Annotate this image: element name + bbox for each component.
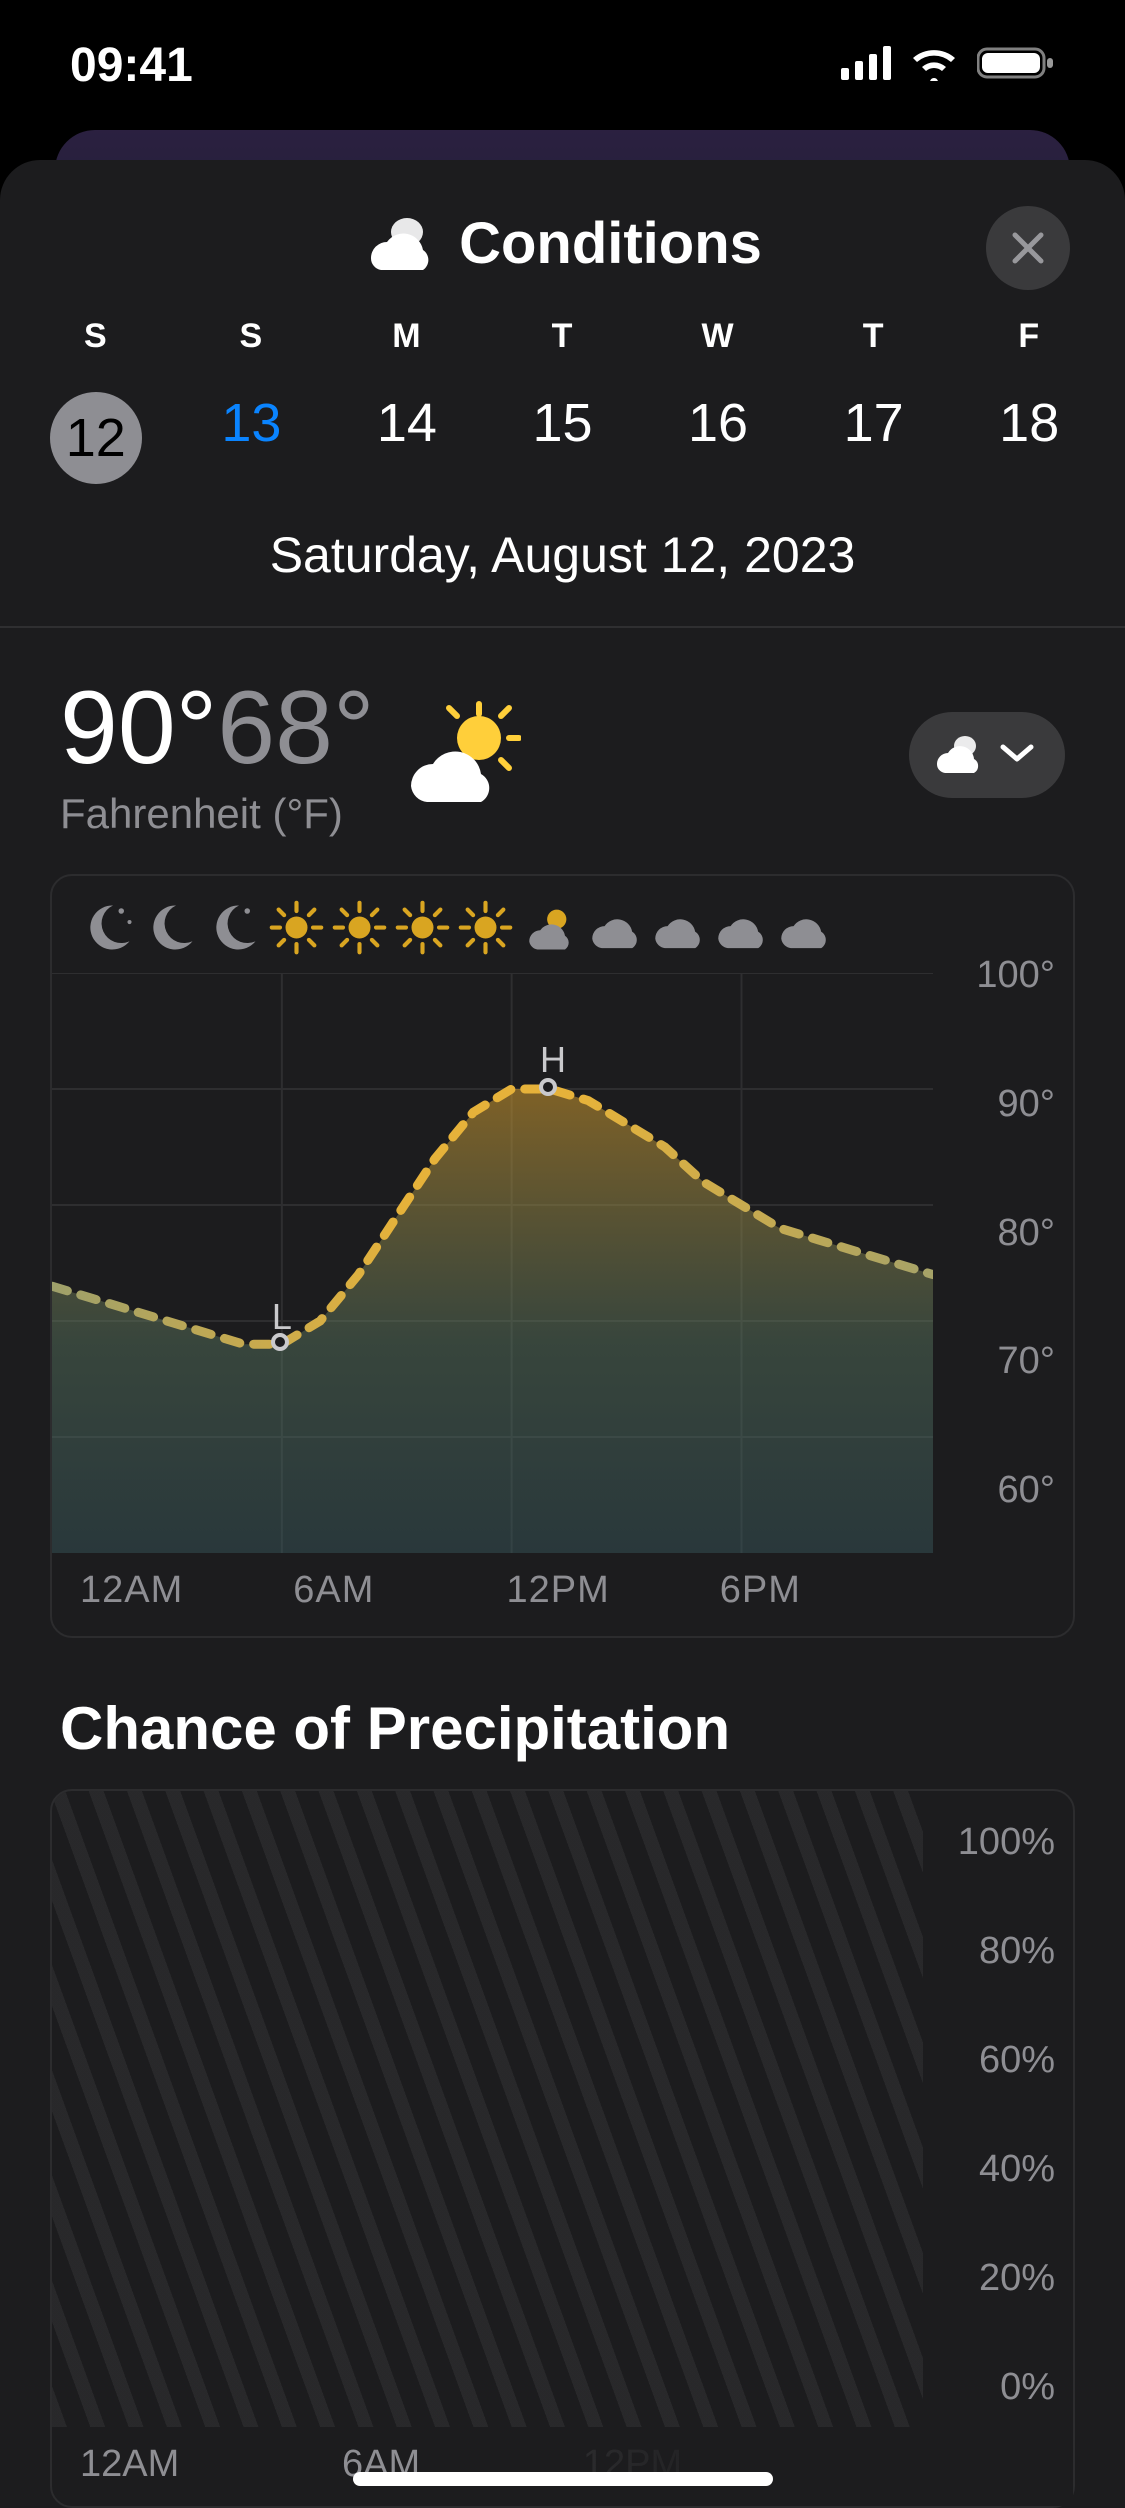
date-cell-3[interactable]: T 15 bbox=[485, 317, 641, 484]
precipitation-x-axis: 12AM 6AM 12PM 6PM bbox=[52, 2427, 1073, 2506]
date-cell-2[interactable]: M 14 bbox=[329, 317, 485, 484]
cloud-icon bbox=[584, 900, 639, 955]
date-strip[interactable]: S 12 S 13 M 14 T 15 W 16 T 17 F 18 bbox=[0, 317, 1125, 484]
y-tick: 20% bbox=[979, 2257, 1055, 2300]
cloud-icon bbox=[710, 900, 765, 955]
hi-lo-temps: 90°68° bbox=[60, 676, 375, 780]
day-of-week: S bbox=[174, 317, 330, 356]
temperature-y-axis: 100° 90° 80° 70° 60° bbox=[976, 954, 1055, 1512]
cloud-icon bbox=[773, 900, 828, 955]
y-tick: 80° bbox=[998, 1212, 1055, 1255]
day-number: 15 bbox=[485, 392, 641, 454]
y-tick: 80% bbox=[979, 1930, 1055, 1973]
precipitation-title: Chance of Precipitation bbox=[0, 1638, 1125, 1789]
partly-cloudy-icon bbox=[401, 700, 521, 815]
sun-icon bbox=[332, 900, 387, 955]
low-marker-label: L bbox=[272, 1296, 292, 1338]
high-temp: 90° bbox=[60, 670, 217, 786]
low-marker-dot bbox=[271, 1333, 289, 1351]
home-indicator[interactable] bbox=[353, 2472, 773, 2486]
sun-icon bbox=[269, 900, 324, 955]
moon-icon bbox=[143, 900, 198, 955]
y-tick: 40% bbox=[979, 2148, 1055, 2191]
high-marker-dot bbox=[539, 1078, 557, 1096]
high-marker-label: H bbox=[540, 1039, 566, 1081]
cloud-icon bbox=[931, 732, 987, 779]
conditions-sheet: Conditions S 12 S 13 M 14 T 15 W 16 T 17 bbox=[0, 160, 1125, 2508]
day-number: 17 bbox=[796, 392, 952, 454]
x-tick: 6PM bbox=[845, 2443, 923, 2486]
conditions-icon bbox=[363, 212, 437, 275]
y-tick: 0% bbox=[1000, 2366, 1055, 2409]
x-tick: 12AM bbox=[80, 2443, 179, 2486]
y-tick: 100° bbox=[976, 954, 1055, 997]
chevron-down-icon bbox=[999, 741, 1035, 770]
day-of-week: S bbox=[18, 317, 174, 356]
y-tick: 100% bbox=[958, 1821, 1055, 1864]
y-tick: 60° bbox=[998, 1469, 1055, 1512]
wifi-icon bbox=[909, 45, 959, 86]
date-cell-1[interactable]: S 13 bbox=[174, 317, 330, 484]
no-data-hatch bbox=[52, 1791, 923, 2427]
low-temp: 68° bbox=[217, 670, 374, 786]
day-number-selected: 12 bbox=[50, 392, 142, 484]
sun-icon bbox=[395, 900, 450, 955]
date-cell-5[interactable]: T 17 bbox=[796, 317, 952, 484]
day-of-week: T bbox=[796, 317, 952, 356]
status-bar: 09:41 bbox=[0, 0, 1125, 130]
battery-icon bbox=[977, 45, 1055, 86]
y-tick: 60% bbox=[979, 2039, 1055, 2082]
full-date-label: Saturday, August 12, 2023 bbox=[0, 526, 1125, 626]
temperature-plot-area: L H bbox=[52, 973, 933, 1553]
date-cell-4[interactable]: W 16 bbox=[640, 317, 796, 484]
status-time: 09:41 bbox=[70, 38, 193, 93]
date-cell-0[interactable]: S 12 bbox=[18, 317, 174, 484]
day-number: 14 bbox=[329, 392, 485, 454]
hourly-condition-icons bbox=[52, 900, 1073, 973]
status-indicators bbox=[841, 45, 1055, 86]
sun-icon bbox=[458, 900, 513, 955]
day-of-week: M bbox=[329, 317, 485, 356]
day-number: 18 bbox=[951, 392, 1107, 454]
x-tick: 12PM bbox=[507, 1569, 720, 1612]
precipitation-plot-area: 100% 80% 60% 40% 20% 0% bbox=[52, 1791, 1073, 2427]
precipitation-chart[interactable]: 100% 80% 60% 40% 20% 0% 12AM 6AM 12PM 6P… bbox=[50, 1789, 1075, 2508]
day-number: 13 bbox=[174, 392, 330, 454]
precipitation-y-axis: 100% 80% 60% 40% 20% 0% bbox=[958, 1821, 1055, 2409]
x-tick: 6PM bbox=[720, 1569, 933, 1612]
moon-stars-icon bbox=[80, 900, 135, 955]
cellular-icon bbox=[841, 46, 891, 85]
metric-toggle[interactable] bbox=[909, 712, 1065, 798]
close-button[interactable] bbox=[986, 206, 1070, 290]
y-tick: 90° bbox=[998, 1083, 1055, 1126]
temperature-x-axis: 12AM 6AM 12PM 6PM bbox=[52, 1553, 1073, 1612]
unit-label: Fahrenheit (°F) bbox=[60, 790, 375, 838]
moon-stars-icon bbox=[206, 900, 261, 955]
temperature-summary: 90°68° Fahrenheit (°F) bbox=[60, 676, 521, 838]
day-of-week: F bbox=[951, 317, 1107, 356]
y-tick: 70° bbox=[998, 1340, 1055, 1383]
partly-cloudy-icon bbox=[521, 900, 576, 955]
sheet-title: Conditions bbox=[459, 210, 762, 277]
day-of-week: W bbox=[640, 317, 796, 356]
x-tick: 12AM bbox=[80, 1569, 293, 1612]
temperature-chart[interactable]: L H 100° 90° 80° 70° 60° 12AM 6AM 12PM 6… bbox=[50, 874, 1075, 1638]
date-cell-6[interactable]: F 18 bbox=[951, 317, 1107, 484]
day-of-week: T bbox=[485, 317, 641, 356]
day-number: 16 bbox=[640, 392, 796, 454]
x-tick: 6AM bbox=[293, 1569, 506, 1612]
cloud-icon bbox=[647, 900, 702, 955]
